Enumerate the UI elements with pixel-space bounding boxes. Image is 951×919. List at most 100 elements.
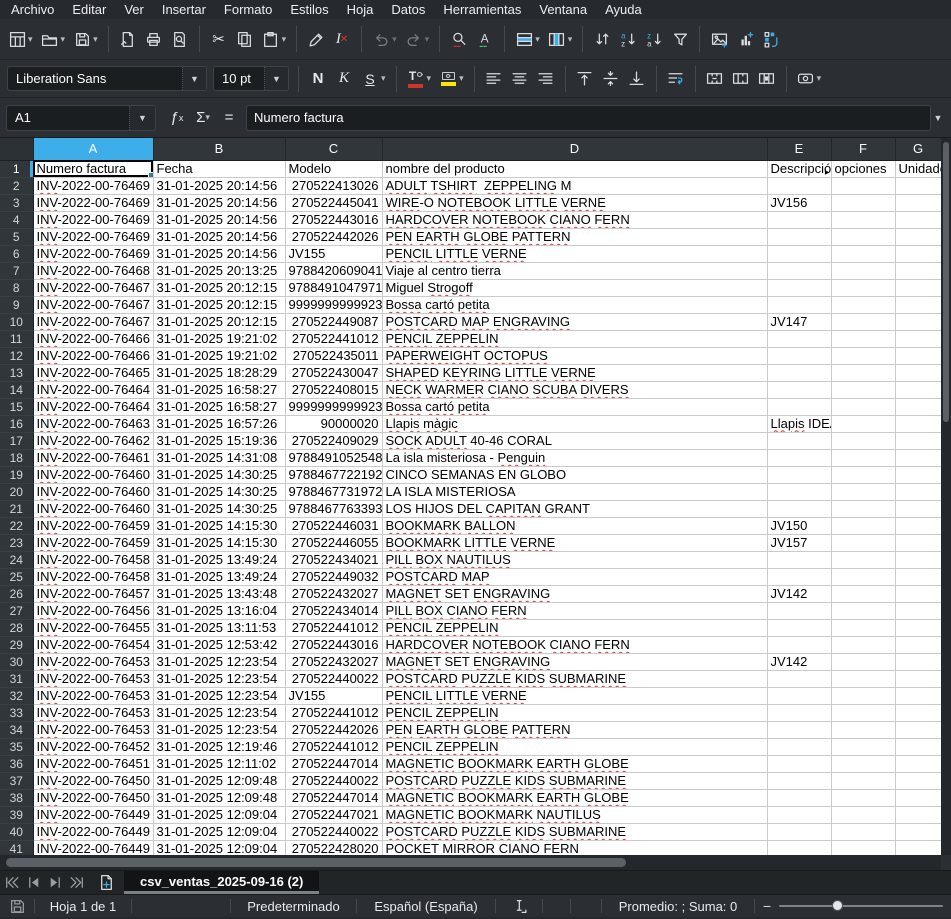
cell-A35[interactable]: INV-2022-00-76452 — [33, 738, 153, 755]
align-center-button[interactable] — [507, 67, 533, 91]
font-size-value[interactable]: 10 pt — [214, 67, 264, 90]
cell-C14[interactable]: 270522408015 — [285, 381, 382, 398]
cell-C10[interactable]: 270522449087 — [285, 313, 382, 330]
row-header-32[interactable]: 32 — [0, 687, 33, 704]
sum-icon[interactable]: Σ ▾ — [193, 106, 213, 130]
cell-D11[interactable]: PENCIL ZEPPELIN — [382, 330, 767, 347]
row-header-2[interactable]: 2 — [0, 177, 33, 194]
cell-B37[interactable]: 31-01-2025 12:09:48 — [153, 772, 285, 789]
row-header-18[interactable]: 18 — [0, 449, 33, 466]
cell-D20[interactable]: LA ISLA MISTERIOSA — [382, 483, 767, 500]
cell-E39[interactable] — [767, 806, 831, 823]
cell-D38[interactable]: MAGNETIC BOOKMARK EARTH GLOBE — [382, 789, 767, 806]
cell-C20[interactable]: 9788467731972 — [285, 483, 382, 500]
cell-F21[interactable] — [831, 500, 895, 517]
cell-D34[interactable]: PEN EARTH GLOBE PATTERN — [382, 721, 767, 738]
cell-G6[interactable] — [895, 245, 941, 262]
cell-C19[interactable]: 9788467722192 — [285, 466, 382, 483]
cell-G32[interactable] — [895, 687, 941, 704]
row-header-16[interactable]: 16 — [0, 415, 33, 432]
column-header-F[interactable]: F — [831, 138, 895, 160]
cell-E32[interactable] — [767, 687, 831, 704]
insert-image-button[interactable] — [706, 27, 732, 51]
cell-D1[interactable]: nombre del producto — [382, 160, 767, 177]
cell-B2[interactable]: 31-01-2025 20:14:56 — [153, 177, 285, 194]
insert-chart-button[interactable] — [732, 27, 758, 51]
cell-G19[interactable] — [895, 466, 941, 483]
cell-B19[interactable]: 31-01-2025 14:30:25 — [153, 466, 285, 483]
row-header-36[interactable]: 36 — [0, 755, 33, 772]
menu-estilos[interactable]: Estilos — [281, 1, 337, 18]
cell-F28[interactable] — [831, 619, 895, 636]
row-header-29[interactable]: 29 — [0, 636, 33, 653]
cell-F12[interactable] — [831, 347, 895, 364]
cell-D18[interactable]: La isla misteriosa - Penguin — [382, 449, 767, 466]
cell-C36[interactable]: 270522447014 — [285, 755, 382, 772]
cell-G40[interactable] — [895, 823, 941, 840]
cell-B32[interactable]: 31-01-2025 12:23:54 — [153, 687, 285, 704]
cell-E35[interactable] — [767, 738, 831, 755]
cut-button[interactable]: ✂ — [206, 27, 232, 51]
cell-B17[interactable]: 31-01-2025 15:19:36 — [153, 432, 285, 449]
cell-F17[interactable] — [831, 432, 895, 449]
row-header-7[interactable]: 7 — [0, 262, 33, 279]
cell-E1[interactable]: Descripción — [767, 160, 831, 177]
cell-C18[interactable]: 9788491052548 — [285, 449, 382, 466]
cell-E10[interactable]: JV147 — [767, 313, 831, 330]
unmerge-cells-button[interactable] — [754, 67, 780, 91]
align-top-button[interactable] — [572, 67, 598, 91]
undo-dropdown-icon[interactable]: ▾ — [392, 35, 397, 44]
selection-summary[interactable]: Promedio: ; Suma: 0 — [602, 895, 754, 917]
cell-F24[interactable] — [831, 551, 895, 568]
row-header-6[interactable]: 6 — [0, 245, 33, 262]
cell-D27[interactable]: PILL BOX CIANO FERN — [382, 602, 767, 619]
cell-G11[interactable] — [895, 330, 941, 347]
cell-F11[interactable] — [831, 330, 895, 347]
cell-C25[interactable]: 270522449032 — [285, 568, 382, 585]
cell-G13[interactable] — [895, 364, 941, 381]
horizontal-scrollbar[interactable] — [0, 855, 941, 870]
cell-G28[interactable] — [895, 619, 941, 636]
cell-F2[interactable] — [831, 177, 895, 194]
cell-E23[interactable]: JV157 — [767, 534, 831, 551]
insert-rows-button[interactable]: ▾ — [511, 27, 544, 51]
sheet-tab[interactable]: csv_ventas_2025-09-16 (2) — [124, 871, 319, 894]
row-header-39[interactable]: 39 — [0, 806, 33, 823]
cell-A3[interactable]: INV-2022-00-76469 — [33, 194, 153, 211]
cell-A1[interactable]: Numero factura — [33, 160, 153, 177]
cell-C35[interactable]: 270522441012 — [285, 738, 382, 755]
cell-G16[interactable] — [895, 415, 941, 432]
cell-E38[interactable] — [767, 789, 831, 806]
row-header-10[interactable]: 10 — [0, 313, 33, 330]
insert-mode-button[interactable] — [496, 895, 542, 917]
cell-F29[interactable] — [831, 636, 895, 653]
cell-C12[interactable]: 270522435011 — [285, 347, 382, 364]
column-header-B[interactable]: B — [153, 138, 285, 160]
cell-F23[interactable] — [831, 534, 895, 551]
cell-B1[interactable]: Fecha — [153, 160, 285, 177]
cell-E34[interactable] — [767, 721, 831, 738]
cell-A29[interactable]: INV-2022-00-76454 — [33, 636, 153, 653]
align-bottom-button[interactable] — [624, 67, 650, 91]
cell-D13[interactable]: SHAPED KEYRING LITTLE VERNE — [382, 364, 767, 381]
row-header-3[interactable]: 3 — [0, 194, 33, 211]
center-vertically-button[interactable] — [598, 67, 624, 91]
cell-E9[interactable] — [767, 296, 831, 313]
cell-F1[interactable]: opciones — [831, 160, 895, 177]
cell-D2[interactable]: ADULT TSHIRT ZEPPELING M — [382, 177, 767, 194]
cell-G9[interactable] — [895, 296, 941, 313]
column-header-C[interactable]: C — [285, 138, 382, 160]
cell-C8[interactable]: 9788491047971 — [285, 279, 382, 296]
cell-E37[interactable] — [767, 772, 831, 789]
cell-D28[interactable]: PENCIL ZEPPELIN — [382, 619, 767, 636]
cell-E28[interactable] — [767, 619, 831, 636]
insert-columns-button[interactable]: ▾ — [544, 27, 577, 51]
cell-G31[interactable] — [895, 670, 941, 687]
cell-D24[interactable]: PILL BOX NAUTILUS — [382, 551, 767, 568]
cell-A5[interactable]: INV-2022-00-76469 — [33, 228, 153, 245]
cell-F31[interactable] — [831, 670, 895, 687]
insert-rows-dropdown-icon[interactable]: ▾ — [535, 35, 540, 44]
cell-B28[interactable]: 31-01-2025 13:11:53 — [153, 619, 285, 636]
cell-F16[interactable] — [831, 415, 895, 432]
row-header-35[interactable]: 35 — [0, 738, 33, 755]
